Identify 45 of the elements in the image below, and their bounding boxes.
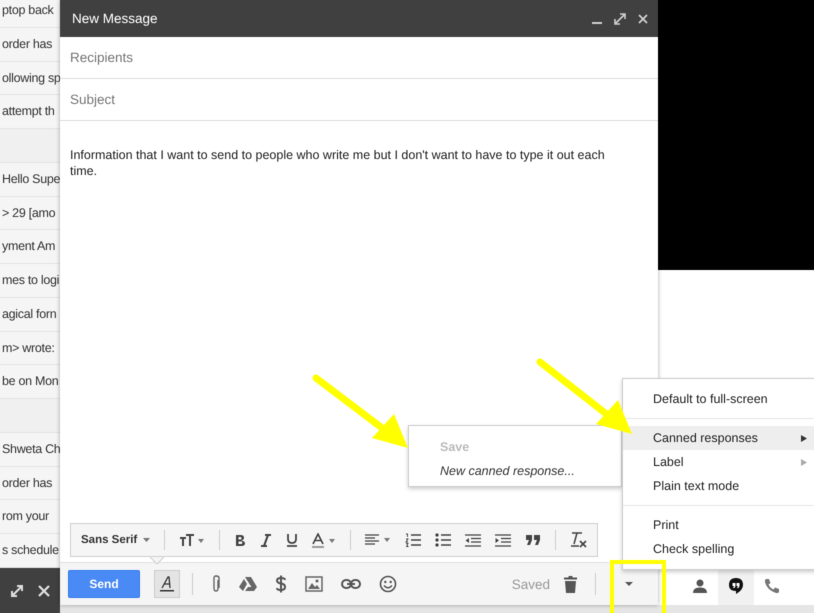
expand-icon[interactable] bbox=[10, 584, 24, 598]
bulleted-list-icon[interactable] bbox=[435, 533, 452, 547]
text-size-icon[interactable] bbox=[179, 533, 206, 547]
underline-icon[interactable] bbox=[286, 533, 298, 547]
hangouts-tab[interactable] bbox=[718, 567, 754, 605]
window-title: New Message bbox=[72, 11, 159, 26]
chat-bubble-icon bbox=[728, 577, 744, 595]
menu-item[interactable]: Default to full-screen bbox=[623, 387, 814, 411]
quote-icon[interactable] bbox=[525, 534, 542, 546]
menu-item[interactable]: Plain text mode bbox=[623, 474, 814, 498]
text-color-icon[interactable] bbox=[312, 532, 336, 548]
smiley-icon[interactable] bbox=[379, 575, 397, 593]
font-dropdown[interactable]: Sans Serif bbox=[81, 534, 150, 546]
text-format-icon bbox=[160, 576, 174, 592]
numbered-list-icon[interactable] bbox=[405, 533, 422, 547]
indent-more-icon[interactable] bbox=[495, 534, 512, 546]
link-icon[interactable] bbox=[341, 578, 361, 590]
indent-less-icon[interactable] bbox=[465, 534, 482, 546]
clear-formatting-icon[interactable] bbox=[570, 532, 588, 548]
formatting-toggle[interactable] bbox=[154, 570, 180, 598]
menu-item[interactable]: Canned responses bbox=[623, 426, 814, 450]
bold-icon[interactable] bbox=[234, 534, 246, 546]
paperclip-icon[interactable] bbox=[211, 575, 221, 593]
drive-icon[interactable] bbox=[239, 576, 257, 592]
expand-icon[interactable] bbox=[614, 12, 626, 24]
recipients-field[interactable]: Recipients bbox=[60, 37, 658, 79]
message-body-text: Information that I want to send to people who write me but I don't want to have to type it out each time. bbox=[70, 147, 606, 179]
phone-icon bbox=[764, 578, 780, 594]
menu-item[interactable]: Check spelling bbox=[623, 537, 814, 561]
photo-icon[interactable] bbox=[305, 576, 323, 592]
menu-item[interactable]: New canned response... bbox=[409, 459, 621, 483]
saved-status: Saved bbox=[512, 576, 550, 592]
caret-icon bbox=[143, 538, 150, 542]
caret-icon bbox=[625, 582, 633, 586]
dollar-icon[interactable] bbox=[275, 575, 287, 593]
menu-item[interactable]: Print bbox=[623, 513, 814, 537]
menu-item[interactable]: Label bbox=[623, 450, 814, 474]
close-icon[interactable] bbox=[38, 584, 50, 596]
person-icon bbox=[692, 579, 708, 593]
close-icon[interactable] bbox=[638, 14, 648, 24]
align-icon[interactable] bbox=[365, 534, 392, 546]
menu-heading: Save bbox=[439, 439, 470, 456]
italic-icon[interactable] bbox=[260, 534, 272, 546]
subject-field[interactable]: Subject bbox=[60, 79, 658, 121]
trash-icon[interactable] bbox=[564, 576, 577, 592]
